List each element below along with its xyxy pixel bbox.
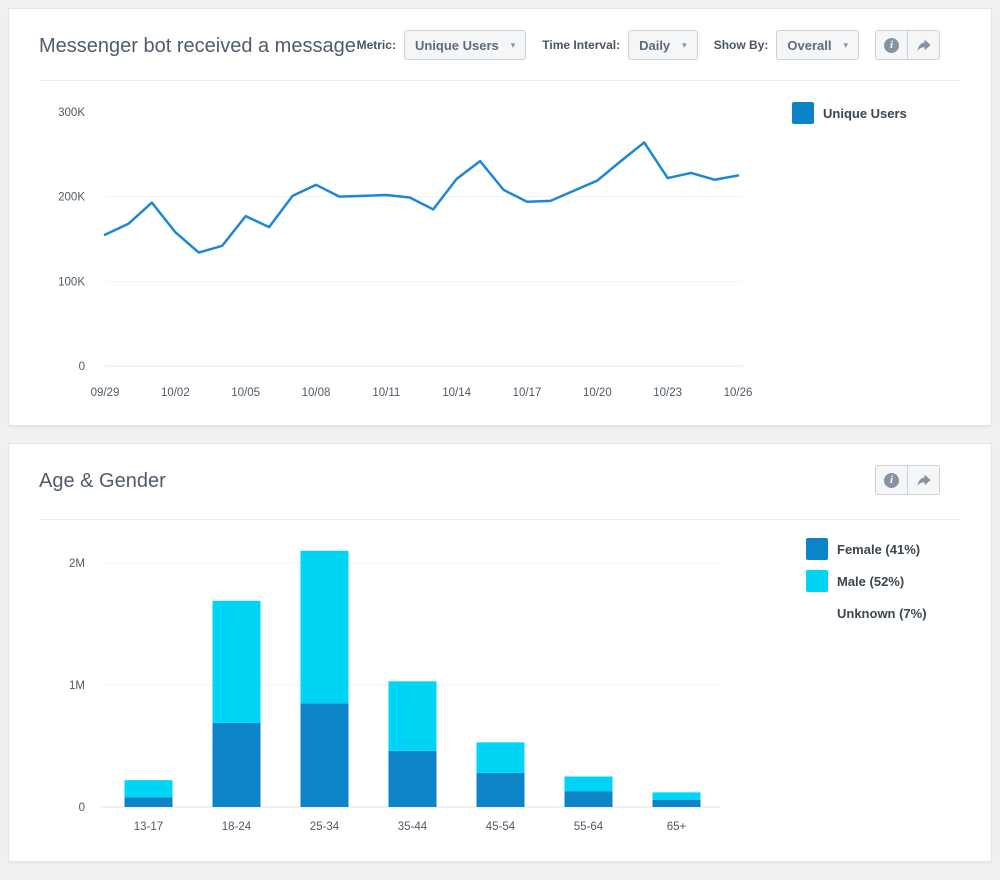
- x-tick-label: 10/20: [583, 387, 612, 399]
- x-tick-label: 10/26: [724, 387, 753, 399]
- x-tick-label: 10/11: [372, 387, 400, 399]
- x-tick-label: 18-24: [222, 821, 252, 833]
- chevron-down-icon: ▾: [511, 40, 516, 51]
- x-tick-label: 10/17: [513, 387, 542, 399]
- bar-female-55-64[interactable]: [565, 791, 613, 807]
- info-button[interactable]: i: [875, 465, 908, 495]
- time-interval-dropdown[interactable]: Daily ▾: [628, 30, 698, 60]
- share-arrow-icon: [916, 37, 932, 53]
- x-tick-label: 13-17: [134, 821, 163, 833]
- chevron-down-icon: ▾: [682, 40, 687, 51]
- x-tick-label: 55-64: [574, 821, 604, 833]
- x-tick-label: 45-54: [486, 821, 516, 833]
- x-tick-label: 10/14: [442, 387, 471, 399]
- x-tick-label: 10/05: [231, 387, 260, 399]
- legend-swatch: [806, 538, 828, 560]
- x-tick-label: 10/08: [302, 387, 331, 399]
- legend-item-female: Female (41%): [806, 538, 927, 560]
- chart-controls: Metric: Unique Users ▾ Time Interval: Da…: [357, 30, 940, 60]
- bar-female-35-44[interactable]: [389, 751, 437, 807]
- chevron-down-icon: ▾: [843, 40, 848, 51]
- panel2-controls: i: [875, 465, 940, 495]
- y-tick-label: 2M: [69, 558, 85, 570]
- bar-female-45-54[interactable]: [477, 773, 525, 807]
- legend-item-male: Male (52%): [806, 570, 927, 592]
- y-tick-label: 200K: [58, 192, 85, 204]
- panel-toolbar: i: [875, 30, 940, 60]
- legend-swatch: [806, 570, 828, 592]
- bar-male-55-64[interactable]: [565, 777, 613, 792]
- x-tick-label: 65+: [667, 821, 687, 833]
- show-by-dropdown-value: Overall: [787, 38, 831, 53]
- legend-label: Male (52%): [837, 574, 904, 589]
- bar-female-13-17[interactable]: [125, 797, 173, 807]
- info-icon: i: [884, 473, 899, 488]
- legend-label: Female (41%): [837, 542, 920, 557]
- time-interval-label: Time Interval:: [542, 38, 620, 52]
- legend-item-unique-users: Unique Users: [792, 102, 907, 124]
- x-tick-label: 10/23: [653, 387, 682, 399]
- bar-male-13-17[interactable]: [125, 780, 173, 797]
- y-tick-label: 300K: [58, 107, 85, 119]
- legend-swatch: [792, 102, 814, 124]
- share-button[interactable]: [907, 465, 940, 495]
- bar-male-45-54[interactable]: [477, 742, 525, 773]
- time-interval-dropdown-value: Daily: [639, 38, 670, 53]
- share-button[interactable]: [907, 30, 940, 60]
- panel-toolbar: i: [875, 465, 940, 495]
- show-by-dropdown[interactable]: Overall ▾: [776, 30, 859, 60]
- bar-female-25-34[interactable]: [301, 703, 349, 807]
- x-tick-label: 09/29: [91, 387, 120, 399]
- info-button[interactable]: i: [875, 30, 908, 60]
- line-chart-legend: Unique Users: [792, 102, 907, 134]
- bar-male-35-44[interactable]: [389, 681, 437, 751]
- age-gender-panel: Age & Gender i 0 1M 2M 13-17 18-24 25-34 35-44…: [8, 443, 992, 862]
- age-gender-title: Age & Gender: [39, 471, 166, 491]
- x-tick-label: 10/02: [161, 387, 190, 399]
- bar-male-65+[interactable]: [653, 792, 701, 799]
- bar-female-18-24[interactable]: [213, 723, 261, 807]
- x-tick-label: 35-44: [398, 821, 428, 833]
- bar-male-18-24[interactable]: [213, 601, 261, 723]
- y-tick-label: 100K: [58, 276, 85, 288]
- info-icon: i: [884, 38, 899, 53]
- bar-male-25-34[interactable]: [301, 551, 349, 704]
- messenger-metric-panel: Messenger bot received a message Metric:…: [8, 8, 992, 426]
- share-arrow-icon: [916, 472, 932, 488]
- page-title: Messenger bot received a message: [39, 36, 356, 56]
- x-tick-label: 25-34: [310, 821, 340, 833]
- bar-chart-legend: Female (41%) Male (52%) Unknown (7%): [806, 538, 927, 634]
- legend-label: Unique Users: [823, 106, 907, 121]
- y-tick-label: 0: [79, 361, 85, 373]
- bar-female-65+[interactable]: [653, 800, 701, 807]
- metric-dropdown[interactable]: Unique Users ▾: [404, 30, 526, 60]
- metric-dropdown-value: Unique Users: [415, 38, 499, 53]
- metric-label: Metric:: [357, 38, 396, 52]
- y-tick-label: 1M: [69, 680, 85, 692]
- legend-item-unknown: Unknown (7%): [806, 602, 927, 624]
- show-by-label: Show By:: [714, 38, 769, 52]
- unique-users-line[interactable]: [105, 142, 738, 252]
- legend-label: Unknown (7%): [837, 606, 927, 621]
- y-tick-label: 0: [79, 802, 85, 814]
